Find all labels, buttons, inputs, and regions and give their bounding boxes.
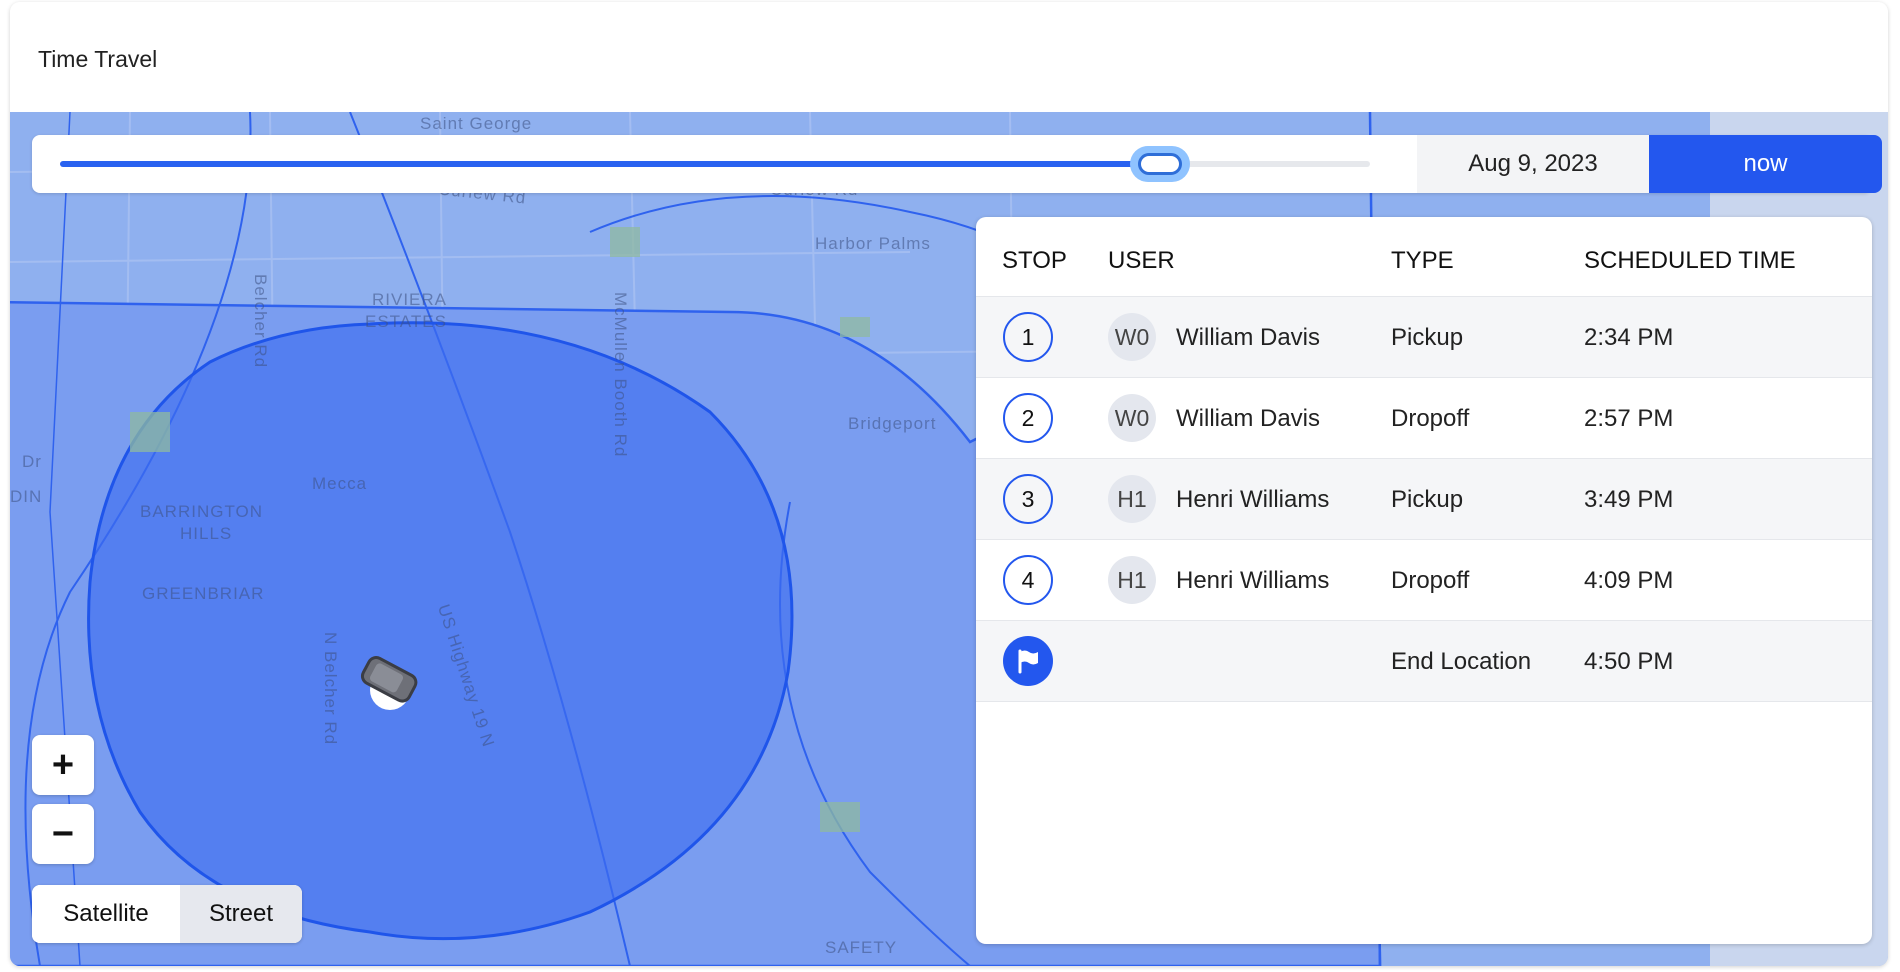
map-label: RIVIERA xyxy=(372,290,448,309)
map-label: N Belcher Rd xyxy=(321,632,340,746)
avatar: H1 xyxy=(1108,475,1156,523)
map-type-toggle: Satellite Street xyxy=(32,885,302,943)
now-button[interactable]: now xyxy=(1649,135,1882,193)
street-button[interactable]: Street xyxy=(180,885,302,943)
avatar: W0 xyxy=(1108,313,1156,361)
stop-type: Dropoff xyxy=(1391,567,1470,594)
stop-number-badge: 3 xyxy=(1003,474,1053,524)
vehicle-marker[interactable] xyxy=(350,652,430,727)
map-label: Dr xyxy=(22,452,42,471)
table-row[interactable]: 3 H1 Henri Williams Pickup 3:49 PM xyxy=(976,459,1872,540)
table-row[interactable]: 2 W0 William Davis Dropoff 2:57 PM xyxy=(976,378,1872,459)
stop-type: Dropoff xyxy=(1391,405,1470,432)
map-label: BARRINGTON xyxy=(140,502,264,521)
panel-header: Time Travel xyxy=(10,2,1888,112)
time-slider-panel: Aug 9, 2023 now xyxy=(32,135,1882,193)
car-icon xyxy=(360,656,418,710)
scheduled-time: 2:57 PM xyxy=(1584,405,1674,432)
avatar: H1 xyxy=(1108,556,1156,604)
time-slider[interactable] xyxy=(60,146,1370,182)
flag-icon xyxy=(1003,636,1053,686)
table-header: STOP USER TYPE SCHEDULED TIME xyxy=(976,217,1872,297)
avatar: W0 xyxy=(1108,394,1156,442)
time-slider-fill xyxy=(60,161,1160,167)
time-travel-panel: Time Travel Saint George Curlew Rd Harbo… xyxy=(10,2,1888,966)
map-label: Harbor Palms xyxy=(815,234,931,253)
stop-number-badge: 4 xyxy=(1003,555,1053,605)
column-header-scheduled-time: SCHEDULED TIME xyxy=(1584,247,1796,274)
stop-number-badge: 1 xyxy=(1003,312,1053,362)
map-label: Mecca xyxy=(312,474,368,493)
selected-date: Aug 9, 2023 xyxy=(1417,135,1649,193)
stop-type: Pickup xyxy=(1391,324,1464,351)
map-label: Saint George xyxy=(420,114,533,133)
stop-type: End Location xyxy=(1391,648,1532,675)
scheduled-time: 4:09 PM xyxy=(1584,567,1674,594)
column-header-stop: STOP xyxy=(1002,247,1067,274)
stop-number-badge: 2 xyxy=(1003,393,1053,443)
satellite-button[interactable]: Satellite xyxy=(32,885,180,943)
zoom-in-button[interactable]: + xyxy=(32,735,94,795)
table-row[interactable]: 4 H1 Henri Williams Dropoff 4:09 PM xyxy=(976,540,1872,621)
stop-type: Pickup xyxy=(1391,486,1464,513)
column-header-type: TYPE xyxy=(1391,247,1454,274)
user-name: Henri Williams xyxy=(1176,486,1330,513)
map-label: Bridgeport xyxy=(848,414,937,433)
stops-table: STOP USER TYPE SCHEDULED TIME 1 W0 Willi… xyxy=(976,217,1872,944)
user-name: William Davis xyxy=(1176,405,1320,432)
map-label: Belcher Rd xyxy=(251,274,270,369)
scheduled-time: 3:49 PM xyxy=(1584,486,1674,513)
table-row[interactable]: 1 W0 William Davis Pickup 2:34 PM xyxy=(976,297,1872,378)
map-label: GREENBRIAR xyxy=(142,584,265,603)
time-slider-thumb[interactable] xyxy=(1130,146,1190,182)
user-name: William Davis xyxy=(1176,324,1320,351)
map-label: McMullen Booth Rd xyxy=(611,292,630,458)
map-label: HILLS xyxy=(180,524,233,543)
panel-title: Time Travel xyxy=(38,46,158,72)
user-name: Henri Williams xyxy=(1176,567,1330,594)
scheduled-time: 4:50 PM xyxy=(1584,648,1674,675)
map-label: ESTATES xyxy=(365,312,447,331)
scheduled-time: 2:34 PM xyxy=(1584,324,1674,351)
zoom-out-button[interactable]: − xyxy=(32,804,94,864)
map-label: SAFETY xyxy=(825,938,898,957)
column-header-user: USER xyxy=(1108,247,1175,274)
table-row[interactable]: End Location 4:50 PM xyxy=(976,621,1872,702)
map-label: DIN xyxy=(10,487,43,506)
map-view[interactable]: Saint George Curlew Rd Curlew Rd Harbor … xyxy=(10,112,1888,966)
